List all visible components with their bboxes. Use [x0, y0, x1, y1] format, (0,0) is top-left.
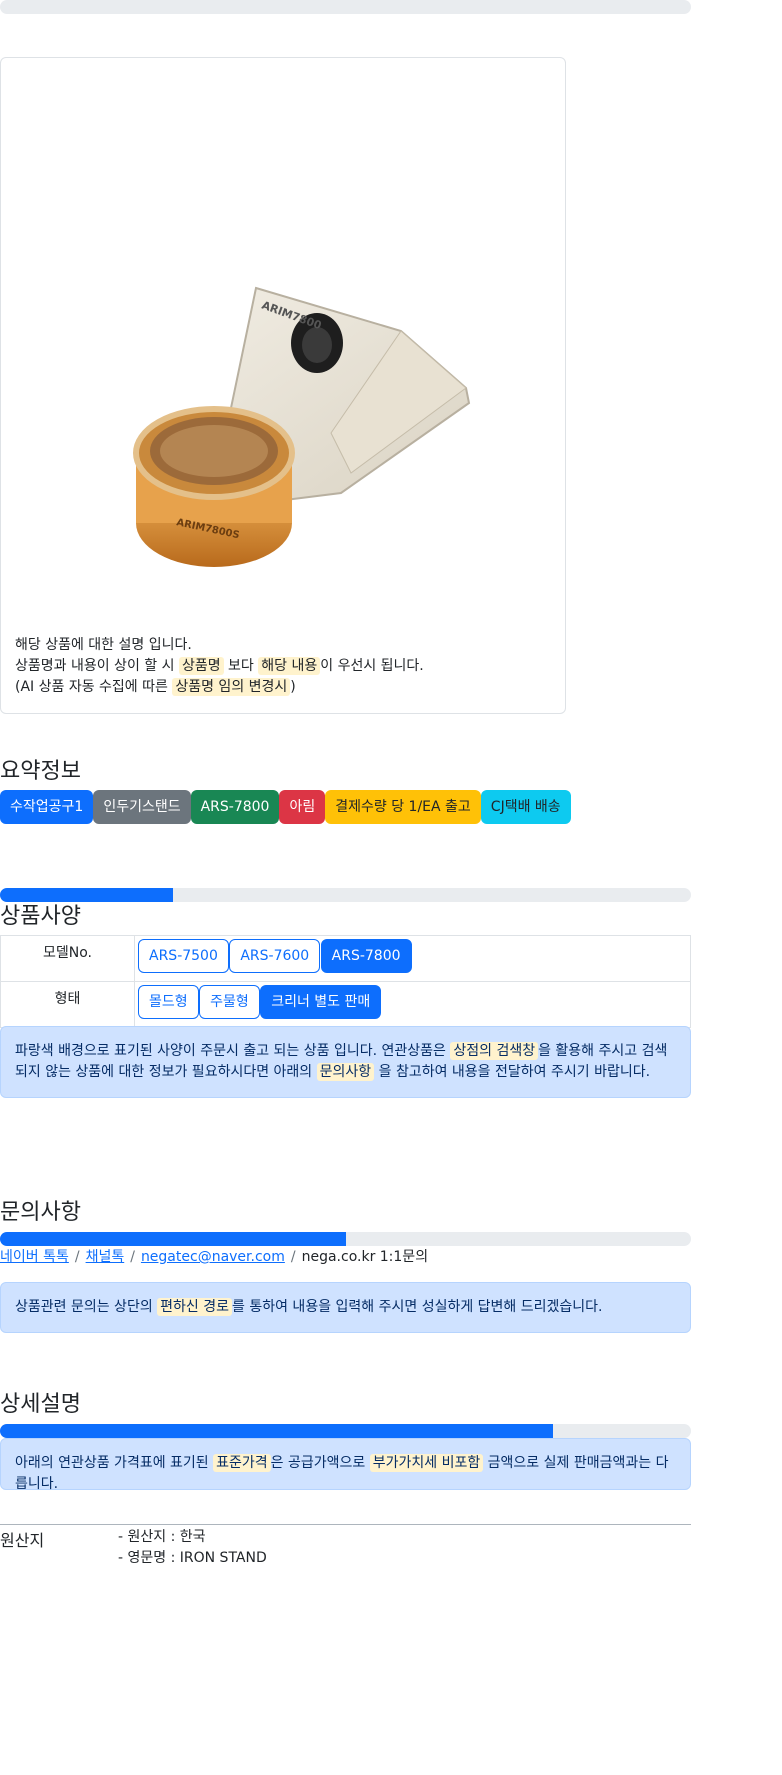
origin-section: 원산지 - 원산지 : 한국 - 영문명 : IRON STAND [0, 1524, 691, 1566]
highlight-content: 해당 내용 [258, 657, 321, 675]
detail-progress-fill [0, 1424, 553, 1438]
notice-text: 을 참고하여 내용을 전달하여 주시기 바랍니다. [374, 1064, 651, 1080]
page: ARIM7800 ARIM7800S 해당 상품에 대한 설명 입니다. 상품명… [0, 0, 691, 1566]
notice-text: 아래의 연관상품 가격표에 표기된 [15, 1455, 214, 1471]
product-description: 해당 상품에 대한 설명 입니다. 상품명과 내용이 상이 할 시 상품명 보다… [15, 635, 424, 698]
detail-notice-text: 아래의 연관상품 가격표에 표기된 표준가격 은 공급가액으로 부가가치세 비포함… [1, 1439, 690, 1495]
highlight-vat: 부가가치세 비포함 [369, 1454, 484, 1472]
inquiry-progress [0, 1232, 691, 1246]
naver-talk-link[interactable]: 네이버 톡톡 [0, 1249, 69, 1265]
option-ars-7500[interactable]: ARS-7500 [138, 939, 229, 973]
desc-line-1: 해당 상품에 대한 설명 입니다. [15, 637, 192, 653]
origin-country: - 원산지 : 한국 [118, 1529, 206, 1545]
top-progress-bar [0, 0, 691, 14]
desc-line-3: (AI 상품 자동 수집에 따른 상품명 임의 변경시) [15, 677, 424, 698]
detail-progress [0, 1424, 691, 1438]
spec-label-model: 모델No. [0, 935, 135, 982]
inquiry-notice-text: 상품관련 문의는 상단의 편하신 경로 를 통하여 내용을 입력해 주시면 성실하… [1, 1283, 690, 1318]
highlight-product-name: 상품명 [178, 657, 224, 675]
detail-title: 상세설명 [0, 1392, 81, 1417]
spec-title: 상품사양 [0, 904, 81, 929]
badge-type: 인두기스탠드 [93, 790, 191, 824]
badge-shipping: CJ택배 배송 [480, 790, 571, 824]
desc-text: (AI 상품 자동 수집에 따른 [15, 679, 173, 695]
option-cast[interactable]: 주물형 [199, 985, 260, 1019]
separator: / [74, 1249, 80, 1265]
option-molded[interactable]: 몰드형 [138, 985, 199, 1019]
product-image: ARIM7800 ARIM7800S [121, 213, 481, 593]
highlight-standard-price: 표준가격 [213, 1454, 271, 1472]
notice-text: 를 통하여 내용을 입력해 주시면 성실하게 답변해 드리겠습니다. [232, 1299, 603, 1315]
spec-notice-text: 파랑색 배경으로 표기된 사양이 주문시 출고 되는 상품 입니다. 연관상품은… [1, 1027, 690, 1083]
spec-row-shape: 형태 몰드형 주물형 크리너 별도 판매 [0, 981, 691, 1028]
badge-quantity: 결제수량 당 1/EA 출고 [325, 790, 481, 824]
detail-notice: 아래의 연관상품 가격표에 표기된 표준가격 은 공급가액으로 부가가치세 비포함… [0, 1438, 691, 1492]
option-ars-7800[interactable]: ARS-7800 [320, 939, 412, 973]
badge-brand: 아림 [279, 790, 326, 824]
site-inquiry-text: nega.co.kr 1:1문의 [301, 1249, 429, 1265]
notice-text: 은 공급가액으로 [270, 1455, 370, 1471]
highlight-rename: 상품명 임의 변경시 [172, 678, 291, 696]
badge-category: 수작업공구1 [0, 790, 94, 824]
model-options: ARS-7500 ARS-7600 ARS-7800 [134, 935, 691, 982]
product-card: ARIM7800 ARIM7800S 해당 상품에 대한 설명 입니다. 상품명… [0, 57, 566, 714]
origin-values: - 원산지 : 한국 - 영문명 : IRON STAND [118, 1527, 267, 1569]
spec-progress [0, 888, 691, 902]
origin-english-name: - 영문명 : IRON STAND [118, 1550, 267, 1566]
badge-model: ARS-7800 [190, 790, 280, 824]
inquiry-notice: 상품관련 문의는 상단의 편하신 경로 를 통하여 내용을 입력해 주시면 성실하… [0, 1282, 691, 1333]
desc-text: ) [290, 679, 296, 695]
separator: / [290, 1249, 296, 1265]
shape-options: 몰드형 주물형 크리너 별도 판매 [134, 981, 691, 1028]
highlight-search: 상점의 검색창 [450, 1042, 539, 1060]
channel-talk-link[interactable]: 채널톡 [86, 1249, 125, 1265]
highlight-inquiry: 문의사항 [316, 1063, 375, 1081]
desc-line-2: 상품명과 내용이 상이 할 시 상품명 보다 해당 내용 이 우선시 됩니다. [15, 656, 424, 677]
origin-label: 원산지 [0, 1531, 45, 1550]
desc-text: 상품명과 내용이 상이 할 시 [15, 658, 179, 674]
spec-label-shape: 형태 [0, 981, 135, 1028]
notice-text: 상품관련 문의는 상단의 [15, 1299, 158, 1315]
email-link[interactable]: negatec@naver.com [141, 1249, 285, 1265]
separator: / [130, 1249, 135, 1265]
option-cleaner-separate[interactable]: 크리너 별도 판매 [260, 985, 382, 1019]
spec-notice: 파랑색 배경으로 표기된 사양이 주문시 출고 되는 상품 입니다. 연관상품은… [0, 1026, 691, 1098]
inquiry-progress-fill [0, 1232, 346, 1246]
summary-title: 요약정보 [0, 759, 81, 784]
inquiry-links: 네이버 톡톡 / 채널톡 / negatec@naver.com / nega.co.kr … [0, 1246, 428, 1266]
desc-text: 이 우선시 됩니다. [320, 658, 424, 674]
desc-text: 보다 [223, 658, 259, 674]
notice-text: 파랑색 배경으로 표기된 사양이 주문시 출고 되는 상품 입니다. 연관상품은 [15, 1043, 451, 1059]
highlight-route: 편하신 경로 [157, 1298, 233, 1316]
inquiry-title: 문의사항 [0, 1200, 81, 1225]
option-ars-7600[interactable]: ARS-7600 [229, 939, 321, 973]
spec-table: 모델No. ARS-7500 ARS-7600 ARS-7800 형태 몰드형 … [0, 935, 691, 1028]
summary-badges: 수작업공구1 인두기스탠드 ARS-7800 아림 결제수량 당 1/EA 출고… [0, 790, 571, 824]
spec-row-model: 모델No. ARS-7500 ARS-7600 ARS-7800 [0, 935, 691, 982]
